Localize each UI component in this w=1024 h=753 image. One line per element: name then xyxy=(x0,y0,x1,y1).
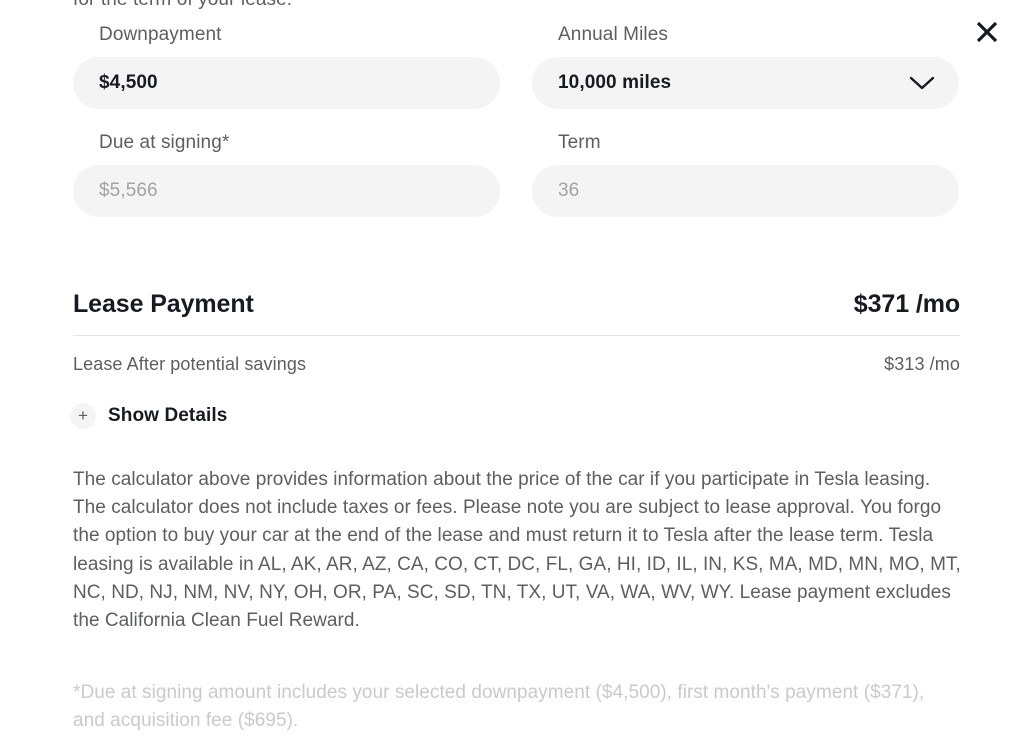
field-row-2: Due at signing* $5,566 Term 36 xyxy=(73,130,960,217)
close-icon xyxy=(974,19,1000,45)
chevron-down-icon xyxy=(909,75,935,91)
annual-miles-select[interactable]: 10,000 miles xyxy=(532,57,959,109)
term-value: 36 xyxy=(558,180,580,201)
downpayment-value: $4,500 xyxy=(99,72,158,93)
field-downpayment: Downpayment $4,500 xyxy=(73,22,500,109)
downpayment-input[interactable]: $4,500 xyxy=(73,57,500,109)
close-button[interactable] xyxy=(965,10,1009,54)
due-at-signing-footnote: *Due at signing amount includes your sel… xyxy=(73,682,925,732)
field-label-due-at-signing: Due at signing* xyxy=(99,132,230,153)
show-details-label: Show Details xyxy=(108,405,228,426)
field-label-downpayment: Downpayment xyxy=(99,24,222,45)
disclaimer-text: The calculator above provides informatio… xyxy=(73,469,961,632)
payment-summary: Lease Payment $371 /mo Lease After poten… xyxy=(73,290,960,375)
plus-icon: + xyxy=(70,403,96,429)
field-annual-miles: Annual Miles 10,000 miles xyxy=(532,22,959,109)
lease-fields: Downpayment $4,500 Annual Miles 10,000 m… xyxy=(73,22,960,217)
show-details-button[interactable]: + Show Details xyxy=(70,403,227,429)
due-at-signing-value: $5,566 xyxy=(99,180,158,201)
lease-payment-label: Lease Payment xyxy=(73,290,254,318)
term-display: 36 xyxy=(532,165,959,217)
field-label-annual-miles: Annual Miles xyxy=(558,24,668,45)
lease-payment-value: $371 /mo xyxy=(853,290,960,318)
annual-miles-value: 10,000 miles xyxy=(558,72,672,93)
lease-after-savings-value: $313 /mo xyxy=(884,354,960,374)
lease-after-savings-row: Lease After potential savings $313 /mo xyxy=(73,354,960,375)
clipped-intro-text: for the term of your lease. xyxy=(73,0,292,14)
field-label-term: Term xyxy=(558,132,601,153)
field-term: Term 36 xyxy=(532,130,959,217)
lease-after-savings-label: Lease After potential savings xyxy=(73,354,307,374)
field-due-at-signing: Due at signing* $5,566 xyxy=(73,130,500,217)
due-at-signing-display: $5,566 xyxy=(73,165,500,217)
lease-calculator-modal: for the term of your lease. Downpayment … xyxy=(0,0,1024,753)
field-row-1: Downpayment $4,500 Annual Miles 10,000 m… xyxy=(73,22,960,109)
lease-payment-row: Lease Payment $371 /mo xyxy=(73,290,960,336)
